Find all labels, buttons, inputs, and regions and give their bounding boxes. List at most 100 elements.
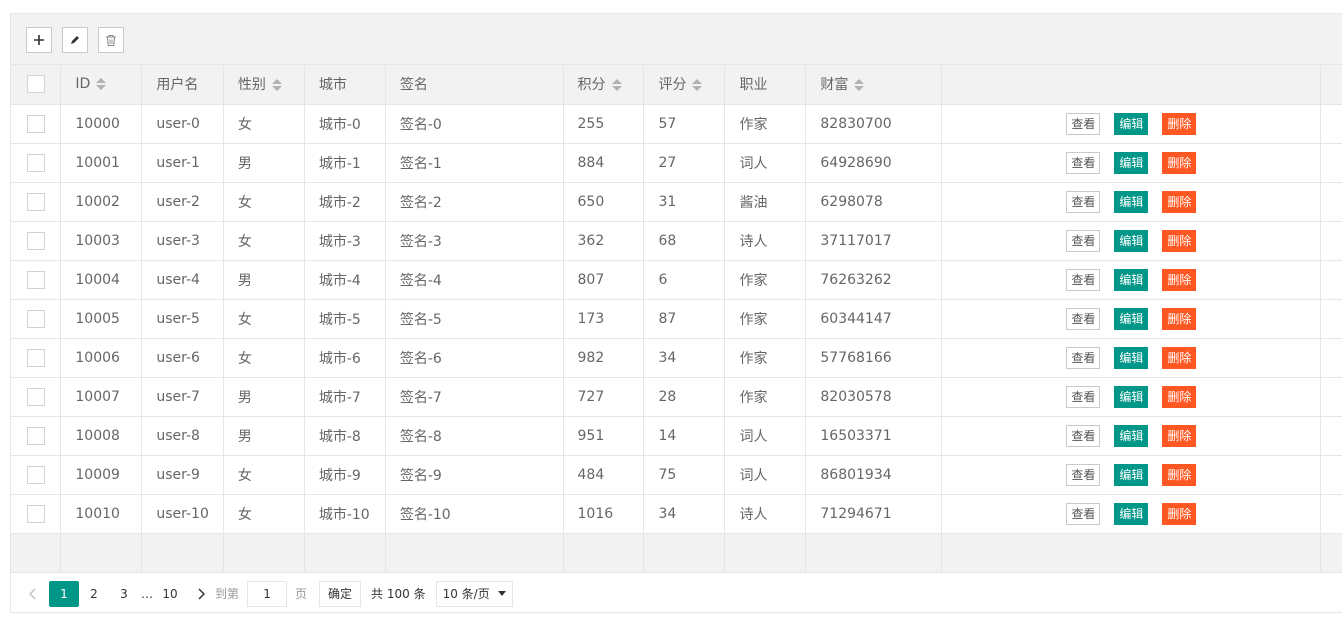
edit-row-button[interactable]: 编辑: [1114, 190, 1149, 213]
row-select-cell[interactable]: [11, 143, 62, 183]
cell-id: 10010: [60, 494, 143, 534]
row-checkbox[interactable]: [26, 192, 45, 211]
row-actions: 查看 编辑 删除: [941, 260, 1322, 300]
edit-row-button[interactable]: 编辑: [1114, 112, 1149, 135]
row-select-cell[interactable]: [11, 338, 62, 378]
edit-row-button[interactable]: 编辑: [1114, 346, 1149, 369]
row-select-cell[interactable]: [11, 260, 62, 300]
cell-city: 城市-5: [304, 299, 386, 339]
delete-row-button[interactable]: 删除: [1162, 229, 1197, 252]
sort-icon[interactable]: [611, 79, 622, 92]
view-button[interactable]: 查看: [1066, 385, 1101, 408]
row-checkbox[interactable]: [26, 309, 45, 328]
view-button[interactable]: 查看: [1066, 268, 1101, 291]
sort-icon[interactable]: [854, 79, 865, 92]
cell-score: 255: [563, 104, 645, 144]
cell-city: 城市-8: [304, 416, 386, 456]
sort-icon[interactable]: [271, 79, 282, 92]
cell-job: 诗人: [724, 221, 807, 261]
delete-button[interactable]: [98, 27, 124, 53]
view-button[interactable]: 查看: [1066, 190, 1101, 213]
prev-page-button[interactable]: [23, 581, 43, 607]
goto-confirm-button[interactable]: 确定: [319, 580, 362, 607]
delete-row-button[interactable]: 删除: [1162, 502, 1197, 525]
edit-row-button[interactable]: 编辑: [1114, 463, 1149, 486]
page-1[interactable]: 1: [49, 580, 79, 607]
delete-row-button[interactable]: 删除: [1162, 190, 1197, 213]
header-rating[interactable]: 评分: [643, 65, 726, 105]
view-button[interactable]: 查看: [1066, 112, 1101, 135]
table-row: 10006 user-6 女城市-6 签名-6 982 34 作家 57768166 查看 编辑删…: [11, 338, 1342, 378]
view-button[interactable]: 查看: [1066, 151, 1101, 174]
header-sex[interactable]: 性别: [223, 65, 305, 105]
row-checkbox[interactable]: [26, 387, 45, 406]
row-spacer: [1320, 416, 1342, 456]
cell-wealth: 71294671: [805, 494, 943, 534]
header-wealth[interactable]: 财富: [805, 65, 943, 105]
cell-username: user-4: [141, 260, 224, 300]
page-last[interactable]: 10: [155, 581, 185, 607]
table-row: 10007 user-7 男城市-7 签名-7 727 28 作家 82030578 查看 编辑删…: [11, 377, 1342, 417]
select-all-checkbox[interactable]: [26, 75, 45, 94]
cell-wealth: 60344147: [805, 299, 943, 339]
edit-row-button[interactable]: 编辑: [1114, 385, 1149, 408]
row-select-cell[interactable]: [11, 299, 62, 339]
delete-row-button[interactable]: 删除: [1162, 268, 1197, 291]
row-select-cell[interactable]: [11, 416, 62, 456]
page-size-select[interactable]: 10 条/页: [435, 580, 513, 607]
row-select-cell[interactable]: [11, 221, 62, 261]
row-checkbox[interactable]: [26, 231, 45, 250]
edit-row-button[interactable]: 编辑: [1114, 307, 1149, 330]
row-select-cell[interactable]: [11, 455, 62, 495]
cell-sign: 签名-3: [385, 221, 564, 261]
row-select-cell[interactable]: [11, 182, 62, 222]
sort-icon[interactable]: [96, 78, 107, 91]
header-score[interactable]: 积分: [563, 65, 645, 105]
edit-row-button[interactable]: 编辑: [1114, 268, 1149, 291]
total-cell: [724, 533, 807, 573]
view-button[interactable]: 查看: [1066, 307, 1101, 330]
view-button[interactable]: 查看: [1066, 502, 1101, 525]
edit-row-button[interactable]: 编辑: [1114, 502, 1149, 525]
edit-button[interactable]: [62, 27, 88, 53]
view-button[interactable]: 查看: [1066, 346, 1101, 369]
row-select-cell[interactable]: [11, 377, 62, 417]
row-checkbox[interactable]: [26, 114, 45, 133]
row-select-cell[interactable]: [11, 494, 62, 534]
row-checkbox[interactable]: [26, 504, 45, 523]
delete-row-button[interactable]: 删除: [1162, 346, 1197, 369]
edit-row-button[interactable]: 编辑: [1114, 229, 1149, 252]
edit-row-button[interactable]: 编辑: [1114, 151, 1149, 174]
add-button[interactable]: [26, 27, 52, 53]
delete-row-button[interactable]: 删除: [1162, 112, 1197, 135]
row-checkbox[interactable]: [26, 153, 45, 172]
delete-row-button[interactable]: 删除: [1162, 424, 1197, 447]
cell-job: 词人: [724, 416, 807, 456]
row-checkbox[interactable]: [26, 348, 45, 367]
row-checkbox[interactable]: [26, 426, 45, 445]
row-checkbox[interactable]: [26, 465, 45, 484]
cell-username: user-6: [141, 338, 224, 378]
page-2[interactable]: 2: [79, 581, 109, 607]
delete-row-button[interactable]: 删除: [1162, 151, 1197, 174]
row-spacer: [1320, 143, 1342, 183]
view-button[interactable]: 查看: [1066, 463, 1101, 486]
edit-row-button[interactable]: 编辑: [1114, 424, 1149, 447]
page-3[interactable]: 3: [109, 581, 139, 607]
delete-row-button[interactable]: 删除: [1162, 385, 1197, 408]
cell-score: 362: [563, 221, 645, 261]
view-button[interactable]: 查看: [1066, 424, 1101, 447]
next-page-button[interactable]: [191, 581, 211, 607]
header-select-all[interactable]: [11, 65, 62, 105]
total-cell: [941, 533, 1322, 573]
sort-icon[interactable]: [692, 79, 703, 92]
total-count: 共 100 条: [371, 587, 426, 601]
view-button[interactable]: 查看: [1066, 229, 1101, 252]
row-checkbox[interactable]: [26, 270, 45, 289]
delete-row-button[interactable]: 删除: [1162, 307, 1197, 330]
header-id[interactable]: ID: [60, 65, 143, 105]
cell-username: user-1: [141, 143, 224, 183]
delete-row-button[interactable]: 删除: [1162, 463, 1197, 486]
row-select-cell[interactable]: [11, 104, 62, 144]
goto-page-input[interactable]: [247, 580, 288, 607]
